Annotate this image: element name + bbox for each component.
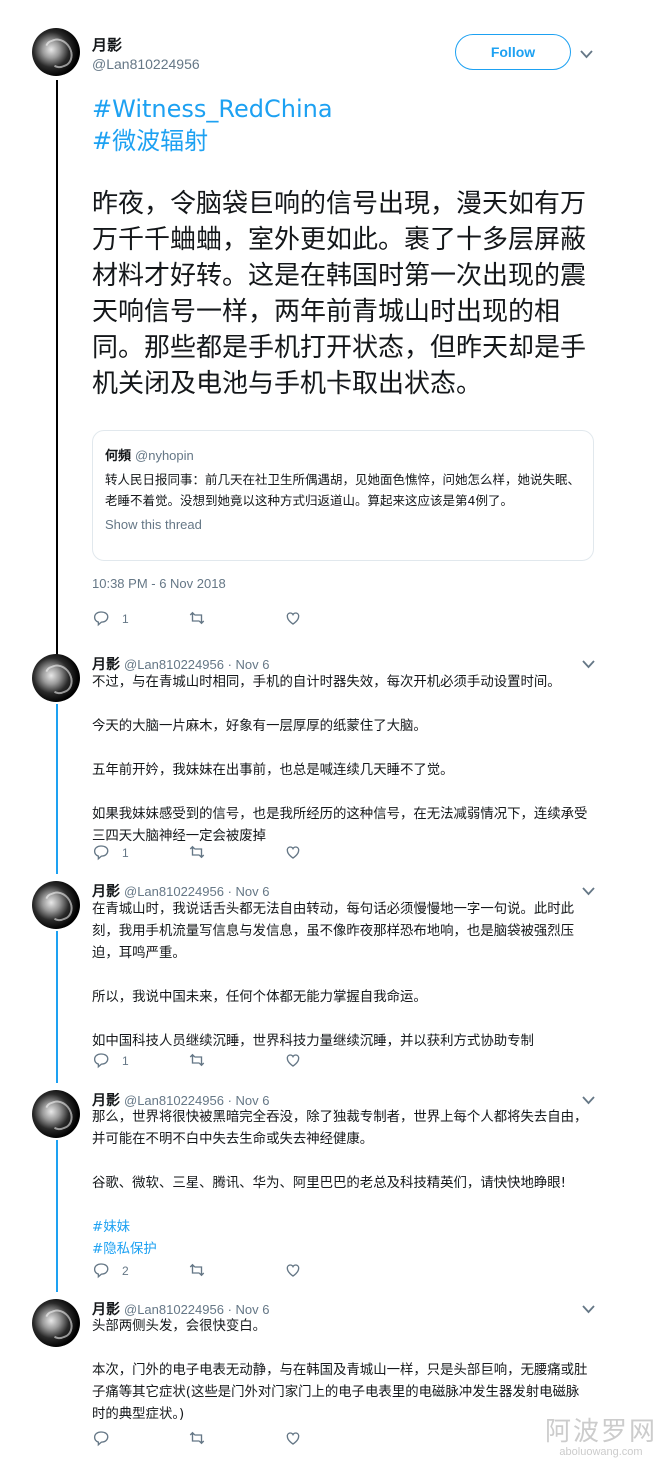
reply-paragraph: 五年前开妗，我妹妹在出事前，也总是喊连续几天睡不了觉。 <box>92 763 454 778</box>
reply-paragraph: 头部两侧头发，会很快变白。 <box>92 1319 267 1334</box>
reply-count: 1 <box>122 612 129 626</box>
reply-text: 在青城山时，我说话舌头都无法自由转动，每句话必须慢慢地一字一句说。此时此刻，我用… <box>92 899 592 1053</box>
author-meta[interactable]: @Lan810224956 · Nov 6 <box>124 1093 269 1108</box>
reply-icon <box>92 1429 110 1450</box>
retweet-button[interactable] <box>188 1261 228 1282</box>
watermark-url: aboluowang.com <box>559 1446 643 1458</box>
reply-icon <box>92 843 110 864</box>
reply-text: 不过，与在青城山时相同，手机的自计时器失效，每次开机必须手动设置时间。 今天的大… <box>92 672 592 848</box>
retweet-icon <box>188 609 206 630</box>
heart-icon <box>284 1429 302 1450</box>
tweet-text: 昨夜，令脑袋巨响的信号出現，漫天如有万万千千蛐蛐，室外更如此。裹了十多层屏蔽材料… <box>92 189 587 399</box>
heart-icon <box>284 1051 302 1072</box>
avatar[interactable] <box>32 1090 80 1138</box>
reply-icon <box>92 609 110 630</box>
hashtag-link[interactable]: #微波辐射 <box>92 126 208 156</box>
reply-count: 1 <box>122 846 129 860</box>
thread-line <box>56 704 58 874</box>
author-name[interactable]: 月影 <box>92 883 120 899</box>
avatar[interactable] <box>32 881 80 929</box>
retweet-icon <box>188 843 206 864</box>
retweet-button[interactable] <box>188 1051 228 1072</box>
author-meta[interactable]: @Lan810224956 · Nov 6 <box>124 1302 269 1317</box>
retweet-button[interactable] <box>188 843 228 864</box>
reply-button[interactable]: 1 <box>92 1051 132 1072</box>
reply-button[interactable]: 1 <box>92 843 132 864</box>
reply-paragraph: 本次，门外的电子电表无动静，与在韩国及青城山一样，只是头部巨响，无腰痛或肚子痛等… <box>92 1363 588 1422</box>
reply-icon <box>92 1051 110 1072</box>
tweet-timestamp[interactable]: 10:38 PM - 6 Nov 2018 <box>92 576 226 591</box>
thread-line <box>56 931 58 1083</box>
author-name[interactable]: 月影 <box>92 34 122 55</box>
reply-count: 1 <box>122 1054 129 1068</box>
heart-icon <box>284 843 302 864</box>
reply-count: 2 <box>122 1264 129 1278</box>
retweet-icon <box>188 1051 206 1072</box>
author-handle[interactable]: @Lan810224956 <box>92 56 200 72</box>
heart-icon <box>284 1261 302 1282</box>
chevron-down-icon[interactable] <box>580 1301 596 1317</box>
follow-button[interactable]: Follow <box>455 34 571 70</box>
like-button[interactable] <box>284 1429 302 1450</box>
watermark: 阿波罗网 aboluowang.com <box>545 1418 657 1458</box>
reply-text: 头部两侧头发，会很快变白。 本次，门外的电子电表无动静，与在韩国及青城山一样，只… <box>92 1316 592 1426</box>
avatar[interactable] <box>32 654 80 702</box>
author-name[interactable]: 月影 <box>92 1301 120 1317</box>
thread-line <box>56 1140 58 1292</box>
retweet-icon <box>188 1261 206 1282</box>
chevron-down-icon[interactable] <box>580 656 596 672</box>
reply-paragraph: 不过，与在青城山时相同，手机的自计时器失效，每次开机必须手动设置时间。 <box>92 675 561 690</box>
retweet-button[interactable] <box>188 1429 228 1450</box>
show-thread-link[interactable]: Show this thread <box>105 517 581 532</box>
like-button[interactable] <box>284 609 324 630</box>
reply-paragraph: 在青城山时，我说话舌头都无法自由转动，每句话必须慢慢地一字一句说。此时此刻，我用… <box>92 902 575 961</box>
reply-button[interactable] <box>92 1429 132 1450</box>
quoted-author-name: 何頻 <box>105 448 132 463</box>
author-meta[interactable]: @Lan810224956 · Nov 6 <box>124 884 269 899</box>
reply-paragraph: 谷歌、微软、三星、腾讯、华为、阿里巴巴的老总及科技精英们，请快快地睁眼! <box>92 1176 567 1191</box>
quoted-author-handle: @nyhopin <box>135 448 194 463</box>
reply-header: 月影 @Lan810224956 · Nov 6 <box>92 654 269 674</box>
quoted-text: 转人民日报同事：前几天在社卫生所偶遇胡，见她面色憔悴，问她怎么样，她说失眠、老睡… <box>105 472 581 508</box>
avatar[interactable] <box>32 28 80 76</box>
tweet-actions <box>92 1429 358 1449</box>
reply-header: 月影 @Lan810224956 · Nov 6 <box>92 881 269 901</box>
reply-paragraph: 今天的大脑一片麻木，好象有一层厚厚的纸蒙住了大脑。 <box>92 719 427 734</box>
retweet-icon <box>188 1429 206 1450</box>
reply-text: 那么，世界将很快被黑暗完全吞没，除了独裁专制者，世界上每个人都将失去自由，并可能… <box>92 1107 592 1261</box>
reply-paragraph: 所以，我说中国未来，任何个体都无能力掌握自我命运。 <box>92 990 427 1005</box>
watermark-title: 阿波罗网 <box>545 1417 658 1447</box>
tweet-actions: 1 <box>92 1051 358 1071</box>
like-button[interactable] <box>284 1051 302 1072</box>
retweet-button[interactable] <box>188 609 228 630</box>
quoted-tweet[interactable]: 何頻 @nyhopin 转人民日报同事：前几天在社卫生所偶遇胡，见她面色憔悴，问她… <box>92 430 594 561</box>
reply-icon <box>92 1261 110 1282</box>
author-meta[interactable]: @Lan810224956 · Nov 6 <box>124 657 269 672</box>
hashtag-link[interactable]: #隐私保护 <box>92 1239 592 1261</box>
avatar[interactable] <box>32 1299 80 1347</box>
tweet-actions: 1 <box>92 843 358 863</box>
reply-paragraph: 如果我妹妹感受到的信号，也是我所经历的这种信号，在无法减弱情况下，连续承受三四天… <box>92 807 588 844</box>
heart-icon <box>284 609 302 630</box>
like-button[interactable] <box>284 843 302 864</box>
author-name[interactable]: 月影 <box>92 656 120 672</box>
like-button[interactable] <box>284 1261 302 1282</box>
hashtag-link[interactable]: #妹妹 <box>92 1217 592 1239</box>
chevron-down-icon[interactable] <box>578 46 594 62</box>
reply-paragraph: 如中国科技人员继续沉睡，世界科技力量继续沉睡，并以获利方式协助专制 <box>92 1034 534 1049</box>
hashtag-link[interactable]: #Witness_RedChina <box>92 94 333 124</box>
thread-line <box>56 80 58 655</box>
chevron-down-icon[interactable] <box>580 883 596 899</box>
tweet-actions: 1 <box>92 609 380 629</box>
tweet-actions: 2 <box>92 1261 358 1281</box>
reply-paragraph: 那么，世界将很快被黑暗完全吞没，除了独裁专制者，世界上每个人都将失去自由，并可能… <box>92 1110 588 1147</box>
chevron-down-icon[interactable] <box>580 1092 596 1108</box>
reply-button[interactable]: 2 <box>92 1261 132 1282</box>
author-name[interactable]: 月影 <box>92 1092 120 1108</box>
reply-button[interactable]: 1 <box>92 609 132 630</box>
